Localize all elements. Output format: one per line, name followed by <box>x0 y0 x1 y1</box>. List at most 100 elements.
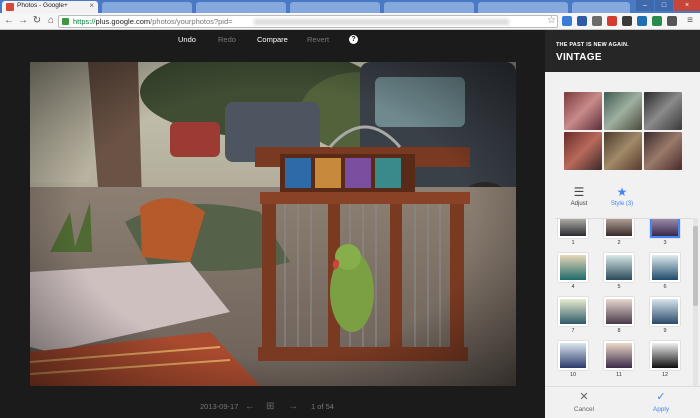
style-thumbnail <box>650 219 680 238</box>
browser-toolbar: ← → ↻ ⌂ https://plus.google.com/photos/y… <box>0 13 700 30</box>
adjust-label: Adjust <box>570 201 588 207</box>
help-icon[interactable]: ? <box>349 35 358 44</box>
style-scrollbar[interactable] <box>693 218 698 386</box>
browser-tabbar: Photos - Google+ × – □ × <box>0 0 700 13</box>
browser-tab[interactable] <box>572 2 630 13</box>
close-window-button[interactable]: × <box>674 0 700 11</box>
photo-editor: Undo Redo Compare Revert ? 2013-09-17 ← … <box>0 30 545 418</box>
style-option[interactable]: 7 <box>555 297 591 334</box>
url-text: https://plus.google.com/photos/yourphoto… <box>73 17 233 26</box>
extension-icon[interactable] <box>562 16 572 26</box>
redo-button[interactable]: Redo <box>218 35 236 44</box>
style-option[interactable]: 8 <box>601 297 637 334</box>
style-option[interactable]: 5 <box>601 253 637 290</box>
style-thumbnail <box>604 341 634 370</box>
extension-icon[interactable] <box>637 16 647 26</box>
back-arrow-icon[interactable]: ← <box>3 15 15 27</box>
style-option[interactable]: 6 <box>647 253 683 290</box>
style-option[interactable]: 12 <box>647 341 683 378</box>
apply-button[interactable]: ✓ Apply <box>641 391 681 413</box>
style-option[interactable]: 9 <box>647 297 683 334</box>
style-number: 10 <box>569 372 577 378</box>
style-thumbnail <box>604 253 634 282</box>
extension-icon[interactable] <box>592 16 602 26</box>
style-option[interactable]: 2 <box>601 219 637 246</box>
style-number: 9 <box>663 328 667 334</box>
filter-tagline: THE PAST IS NEW AGAIN. <box>556 42 629 48</box>
style-thumbnail <box>558 219 588 238</box>
maximize-button[interactable]: □ <box>655 0 673 11</box>
minimize-button[interactable]: – <box>636 0 654 11</box>
extension-icon[interactable] <box>607 16 617 26</box>
browser-tab[interactable] <box>384 2 474 13</box>
style-number: 11 <box>616 372 622 378</box>
browser-tab[interactable] <box>196 2 286 13</box>
style-number: 7 <box>571 328 575 334</box>
address-bar[interactable]: https://plus.google.com/photos/yourphoto… <box>58 15 558 28</box>
style-thumbnail <box>650 341 680 370</box>
style-option[interactable]: 11 <box>601 341 637 378</box>
style-thumbnail <box>650 253 680 282</box>
preview-thumbnail <box>644 92 682 130</box>
adjust-tab[interactable]: ☰ Adjust <box>559 185 599 208</box>
photo-date: 2013-09-17 <box>200 402 239 411</box>
style-thumbnail <box>604 219 634 238</box>
apply-label: Apply <box>652 406 670 413</box>
sliders-icon: ☰ <box>573 185 585 199</box>
home-icon[interactable]: ⌂ <box>45 15 57 27</box>
compare-button[interactable]: Compare <box>257 35 288 44</box>
cancel-button[interactable]: ✕ Cancel <box>564 391 604 413</box>
browser-tab-photos[interactable]: Photos - Google+ × <box>2 1 98 13</box>
editor-commands: Undo Redo Compare Revert ? <box>0 35 545 47</box>
scrollbar-thumb[interactable] <box>693 226 698 306</box>
style-number: 3 <box>663 240 667 246</box>
filter-header: THE PAST IS NEW AGAIN. VINTAGE <box>545 30 700 72</box>
preview-thumbnail <box>604 92 642 130</box>
editor-footer: 2013-09-17 ← ⊞ → 1 of 54 <box>0 401 545 414</box>
tab-close-icon[interactable]: × <box>89 1 94 10</box>
grid-view-icon[interactable]: ⊞ <box>266 401 274 412</box>
lock-icon <box>62 18 69 25</box>
google-plus-icon <box>6 3 14 11</box>
style-option[interactable]: 4 <box>555 253 591 290</box>
filter-panel: THE PAST IS NEW AGAIN. VINTAGE ☰ Adjust … <box>545 30 700 418</box>
cancel-label: Cancel <box>573 406 595 413</box>
extension-icon[interactable] <box>652 16 662 26</box>
preview-thumbnail <box>644 132 682 170</box>
filter-title: VINTAGE <box>556 52 602 63</box>
preview-thumbnail <box>604 132 642 170</box>
style-thumbnail <box>650 297 680 326</box>
style-option[interactable]: 10 <box>555 341 591 378</box>
tab-title: Photos - Google+ <box>17 2 68 9</box>
filter-actions: ✕ Cancel ✓ Apply <box>545 386 700 418</box>
extension-icon[interactable] <box>667 16 677 26</box>
close-icon: ✕ <box>579 391 589 403</box>
browser-tab[interactable] <box>102 2 192 13</box>
style-number: 5 <box>617 284 621 290</box>
style-thumbnail <box>558 297 588 326</box>
previous-arrow-icon[interactable]: ← <box>245 401 255 412</box>
style-tab[interactable]: ★ Style (3) <box>602 186 642 208</box>
style-number: 8 <box>617 328 621 334</box>
bookmark-star-icon[interactable]: ☆ <box>547 15 556 26</box>
reload-icon[interactable]: ↻ <box>31 15 43 27</box>
style-option[interactable]: 1 <box>555 219 591 246</box>
filter-preview-grid <box>564 92 682 170</box>
undo-button[interactable]: Undo <box>178 35 196 44</box>
extension-icon[interactable] <box>577 16 587 26</box>
forward-arrow-icon[interactable]: → <box>17 15 29 27</box>
next-arrow-icon[interactable]: → <box>288 401 298 412</box>
style-number: 2 <box>617 240 621 246</box>
browser-tab[interactable] <box>290 2 380 13</box>
menu-icon[interactable]: ≡ <box>684 15 696 27</box>
extension-icon[interactable] <box>622 16 632 26</box>
filter-modes: ☰ Adjust ★ Style (3) <box>545 186 700 212</box>
revert-button[interactable]: Revert <box>307 35 329 44</box>
style-list: 1 2 3 4 5 6 7 8 9 10 11 12 <box>555 218 695 386</box>
edited-photo <box>30 62 516 386</box>
style-option[interactable]: 3 <box>647 219 683 246</box>
style-thumbnail <box>604 297 634 326</box>
style-label: Style (3) <box>610 201 634 207</box>
browser-tab[interactable] <box>478 2 568 13</box>
url-redacted <box>254 19 509 25</box>
